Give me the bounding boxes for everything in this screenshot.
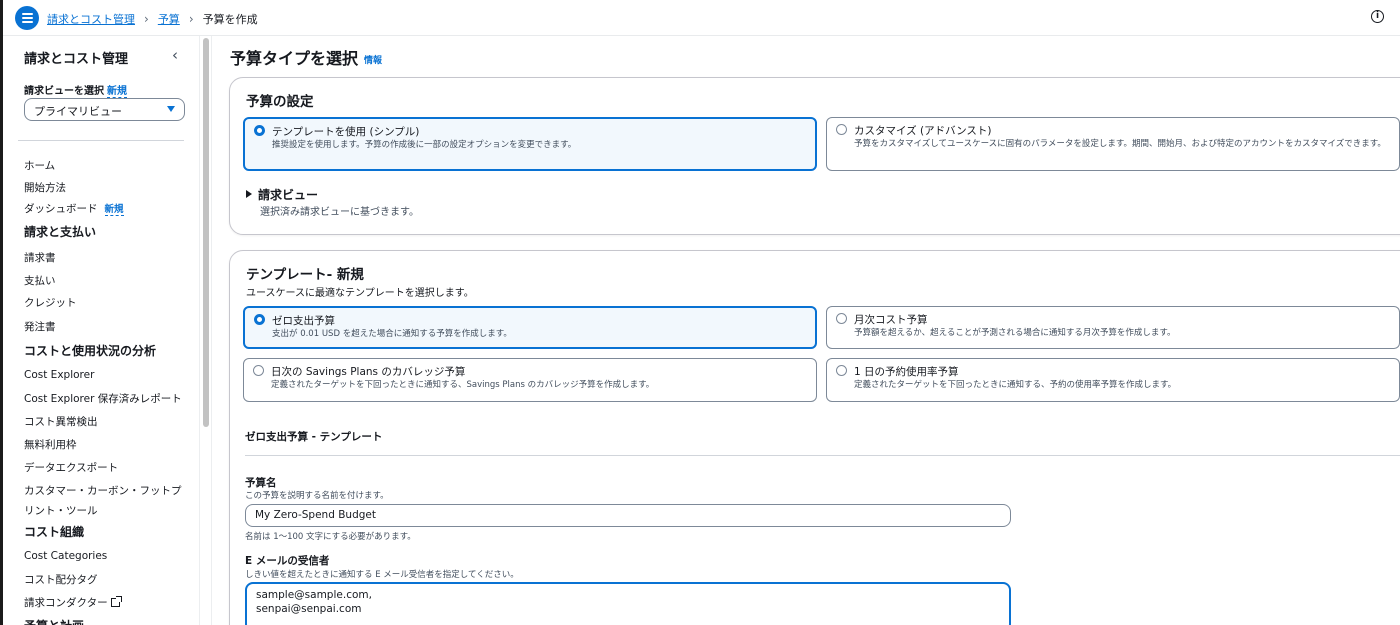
breadcrumb-current: 予算を作成 (202, 13, 258, 26)
breadcrumb-billing[interactable]: 請求とコスト管理 (47, 11, 135, 27)
budget-name-input[interactable]: My Zero-Spend Budget (245, 504, 1011, 527)
sidebar-heading-cost-analysis: コストと使用状況の分析 (24, 344, 157, 358)
new-badge[interactable]: 新規 (104, 204, 124, 216)
info-link[interactable]: 情報 (364, 56, 382, 66)
radio-unselected[interactable] (836, 124, 847, 135)
caret-down-icon (167, 106, 175, 112)
budget-setup-panel: 予算の設定 テンプレートを使用 (シンプル) 推奨設定を使用します。予算の作成後… (229, 77, 1400, 235)
sidebar-item-dashboard[interactable]: ダッシュボード 新規 (24, 201, 124, 216)
option-label: ゼロ支出予算 (272, 315, 335, 327)
radio-selected[interactable] (254, 125, 265, 136)
sidebar-item-cost-categories[interactable]: Cost Categories (24, 550, 107, 562)
sidebar-item-data-exports[interactable]: データエクスポート (24, 460, 118, 475)
option-customize[interactable]: カスタマイズ (アドバンスト) 予算をカスタマイズしてユースケースに固有のパラメ… (826, 117, 1400, 171)
sidebar-item-credits[interactable]: クレジット (24, 295, 77, 310)
template-reservation-utilization[interactable]: 1 日の予約使用率予算 定義されたターゲットを下回ったときに通知する、予約の使用… (826, 358, 1400, 402)
option-description: 予算をカスタマイズしてユースケースに固有のパラメータを設定します。期間、開始月、… (854, 139, 1386, 149)
email-recipients-description: しきい値を超えたときに通知する E メール受信者を指定してください。 (245, 570, 519, 580)
radio-unselected[interactable] (836, 313, 847, 324)
sidebar-item-purchase-orders[interactable]: 発注書 (24, 319, 56, 334)
radio-selected[interactable] (254, 314, 265, 325)
billing-view-description: 選択済み請求ビューに基づきます。 (260, 207, 419, 218)
sidebar-heading-billing: 請求と支払い (24, 225, 97, 239)
billing-view-expander[interactable]: 請求ビュー (246, 186, 318, 203)
option-label: 1 日の予約使用率予算 (854, 366, 959, 378)
collapse-chevron-icon[interactable]: ‹ (172, 46, 178, 64)
page-title: 予算タイプを選択 情報 (230, 49, 383, 68)
caret-right-icon (246, 190, 252, 198)
billing-view-select[interactable]: プライマリビュー (24, 98, 185, 121)
section-title: ゼロ支出予算 - テンプレート (245, 431, 383, 443)
new-badge[interactable]: 新規 (107, 86, 127, 98)
option-label: 月次コスト予算 (854, 314, 928, 326)
option-description: 支出が 0.01 USD を超えた場合に通知する予算を作成します。 (272, 329, 512, 339)
radio-unselected[interactable] (836, 365, 847, 376)
option-label: テンプレートを使用 (シンプル) (272, 126, 420, 138)
sidebar-divider (18, 140, 184, 141)
panel-title: テンプレート- 新規 (246, 267, 364, 283)
billing-view-label: 請求ビューを選択 新規 (24, 86, 127, 98)
option-description: 推奨設定を使用します。予算の作成後に一部の設定オプションを変更できます。 (272, 140, 577, 150)
sidebar-item-carbon-footprint[interactable]: カスタマー・カーボン・フットプ リント・ツール (24, 483, 182, 518)
info-circle-icon[interactable]: i (1371, 10, 1384, 23)
template-monthly-cost[interactable]: 月次コスト予算 予算額を超えるか、超えることが予測される場合に通知する月次予算を… (826, 306, 1400, 349)
option-label: カスタマイズ (アドバンスト) (854, 125, 992, 137)
email-recipients-textarea[interactable]: sample@sample.com, senpai@senpai.com (245, 582, 1011, 625)
external-link-icon (110, 596, 122, 607)
sidebar-item-billing-conductor[interactable]: 請求コンダクター (24, 595, 122, 610)
option-use-template[interactable]: テンプレートを使用 (シンプル) 推奨設定を使用します。予算の作成後に一部の設定… (243, 117, 817, 171)
panel-description: ユースケースに最適なテンプレートを選択します。 (246, 288, 474, 299)
option-description: 定義されたターゲットを下回ったときに通知する、Savings Plans のカバ… (271, 380, 655, 390)
chevron-right-icon: › (144, 12, 149, 26)
sidebar-item-home[interactable]: ホーム (24, 158, 55, 173)
top-navigation-bar: 請求とコスト管理 › 予算 › 予算を作成 i (3, 0, 1400, 36)
breadcrumb: 請求とコスト管理 › 予算 › 予算を作成 (47, 11, 258, 27)
section-divider (245, 455, 1400, 456)
breadcrumb-budgets[interactable]: 予算 (158, 11, 180, 27)
hamburger-menu-icon[interactable] (15, 6, 39, 30)
radio-unselected[interactable] (253, 365, 264, 376)
panel-title: 予算の設定 (246, 94, 314, 110)
sidebar-item-cost-allocation-tags[interactable]: コスト配分タグ (24, 572, 98, 587)
main-content: 予算タイプを選択 情報 予算の設定 テンプレートを使用 (シンプル) 推奨設定を使… (212, 36, 1400, 625)
sidebar-heading-budgets: 予算と計画 (24, 617, 84, 625)
template-zero-spend[interactable]: ゼロ支出予算 支出が 0.01 USD を超えた場合に通知する予算を作成します。 (243, 306, 817, 349)
sidebar-item-cost-explorer[interactable]: Cost Explorer (24, 369, 94, 381)
option-label: 日次の Savings Plans のカバレッジ予算 (271, 366, 466, 378)
budget-name-description: この予算を説明する名前を付けます。 (245, 491, 389, 501)
chevron-right-icon: › (188, 12, 194, 26)
sidebar-item-cost-explorer-saved[interactable]: Cost Explorer 保存済みレポート (24, 391, 182, 406)
sidebar-scrollbar-thumb[interactable] (203, 38, 209, 427)
option-description: 定義されたターゲットを下回ったときに通知する、予約の使用率予算を作成します。 (854, 380, 1177, 390)
option-description: 予算額を超えるか、超えることが予測される場合に通知する月次予算を作成します。 (854, 328, 1176, 338)
email-recipients-label: E メールの受信者 (245, 555, 330, 567)
sidebar-item-getting-started[interactable]: 開始方法 (24, 180, 66, 195)
sidebar-heading-cost-org: コスト組織 (24, 525, 85, 539)
sidebar: 請求とコスト管理 ‹ 請求ビューを選択 新規 プライマリビュー ホーム 開始方法 … (3, 36, 199, 625)
sidebar-scrollbar[interactable] (199, 36, 212, 625)
sidebar-title: 請求とコスト管理 (24, 52, 129, 67)
sidebar-item-bills[interactable]: 請求書 (24, 250, 56, 265)
app-frame: 請求とコスト管理 › 予算 › 予算を作成 i 請求とコスト管理 ‹ 請求ビュー… (0, 0, 1400, 625)
budget-name-hint: 名前は 1〜100 文字にする必要があります。 (245, 532, 416, 542)
sidebar-item-free-tier[interactable]: 無料利用枠 (24, 437, 77, 452)
template-panel: テンプレート- 新規 ユースケースに最適なテンプレートを選択します。 ゼロ支出予… (229, 250, 1400, 625)
sidebar-item-payments[interactable]: 支払い (24, 273, 56, 288)
template-savings-plans[interactable]: 日次の Savings Plans のカバレッジ予算 定義されたターゲットを下回… (243, 358, 817, 402)
budget-name-label: 予算名 (245, 477, 277, 489)
sidebar-item-anomaly-detection[interactable]: コスト異常検出 (24, 414, 98, 429)
